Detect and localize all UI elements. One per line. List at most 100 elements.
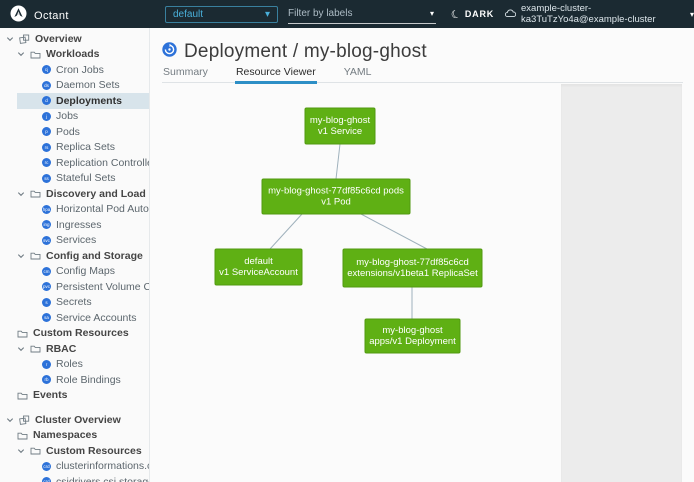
sidebar-item-daemon-sets[interactable]: dsDaemon Sets [0, 78, 149, 94]
sidebar-item-roles[interactable]: rRoles [0, 357, 149, 373]
sidebar-item-custom-resources[interactable]: Custom Resources [0, 326, 149, 342]
resource-icon: sa [42, 313, 51, 322]
graph-edge [336, 144, 340, 179]
apps-icon [19, 34, 30, 44]
resource-icon: svc [42, 236, 51, 245]
namespace-selector[interactable]: default ▾ [165, 6, 278, 23]
tab-resource-viewer[interactable]: Resource Viewer [235, 66, 317, 84]
resource-icon: rs [42, 143, 51, 152]
sidebar-item-label: Pods [56, 126, 80, 138]
sidebar-item-discovery-and-load-balancing[interactable]: Discovery and Load Balancing [0, 186, 149, 202]
chevron-down-icon[interactable] [6, 416, 14, 424]
context-selector[interactable]: example-cluster-ka3TuTzYo4a@example-clus… [505, 0, 694, 28]
sidebar-item-ingresses[interactable]: ingIngresses [0, 217, 149, 233]
sidebar-item-csidrivers-csi-storage-k8s-io[interactable]: crdcsidrivers.csi.storage.k8s.io [0, 474, 149, 482]
chevron-down-icon: ▾ [690, 10, 694, 19]
sidebar-item-cron-jobs[interactable]: cjCron Jobs [0, 62, 149, 78]
sidebar-item-role-bindings[interactable]: rbRole Bindings [0, 372, 149, 388]
graph-node-label: my-blog-ghost [382, 325, 443, 336]
sidebar-item-jobs[interactable]: j Jobs [0, 109, 149, 125]
graph-node-serviceaccount[interactable]: defaultv1 ServiceAccount [215, 249, 302, 285]
sidebar-item-cluster-overview[interactable]: Cluster Overview [0, 412, 149, 428]
graph-node-replicaset[interactable]: my-blog-ghost-77df85c6cdextensions/v1bet… [343, 249, 482, 287]
graph-node-label: v1 Pod [321, 197, 351, 208]
graph-edge [270, 214, 302, 249]
graph-node-deployment[interactable]: my-blog-ghostapps/v1 Deployment [365, 319, 460, 353]
sidebar-item-label: Discovery and Load Balancing [46, 188, 149, 200]
folder-icon [30, 189, 41, 198]
sidebar-item-overview[interactable]: Overview [0, 31, 149, 47]
resource-icon: p [42, 127, 51, 136]
theme-toggle-label: DARK [465, 9, 494, 19]
chevron-down-icon[interactable] [17, 252, 25, 260]
graph-node-service[interactable]: my-blog-ghostv1 Service [305, 108, 375, 144]
chevron-down-icon[interactable] [17, 50, 25, 58]
sidebar-item-config-maps[interactable]: cm Config Maps [0, 264, 149, 280]
graph-node-label: my-blog-ghost-77df85c6cd pods [268, 186, 404, 197]
sidebar-item-clusterinformations-crd-projec[interactable]: crdclusterinformations.crd.projec [0, 459, 149, 475]
tab-yaml[interactable]: YAML [343, 66, 373, 82]
sidebar-item-secrets[interactable]: sSecrets [0, 295, 149, 311]
sidebar-item-service-accounts[interactable]: saService Accounts [0, 310, 149, 326]
resource-icon: cj [42, 65, 51, 74]
graph-node-label: apps/v1 Deployment [369, 336, 456, 347]
resource-graph: my-blog-ghostv1 Service my-blog-ghost-77d… [150, 84, 561, 482]
sidebar-item-events[interactable]: Events [0, 388, 149, 404]
folder-icon [30, 344, 41, 353]
chevron-down-icon[interactable] [17, 345, 25, 353]
graph-node-pod[interactable]: my-blog-ghost-77df85c6cd podsv1 Pod [262, 179, 410, 214]
sidebar-item-rbac[interactable]: RBAC [0, 341, 149, 357]
chevron-down-icon[interactable]: ▾ [430, 9, 436, 18]
app-header: Octant default ▾ ▾ ☾ DARK example-cluste… [0, 0, 694, 28]
sidebar-item-services[interactable]: svcServices [0, 233, 149, 249]
chevron-down-icon[interactable] [17, 447, 25, 455]
sidebar-item-label: Cluster Overview [35, 414, 121, 426]
graph-node-label: my-blog-ghost [310, 115, 371, 126]
folder-icon [17, 431, 28, 440]
folder-icon [30, 251, 41, 260]
namespace-value: default [173, 9, 203, 20]
sidebar-item-label: Jobs [56, 110, 78, 122]
sidebar-item-namespaces[interactable]: Namespaces [0, 428, 149, 444]
sidebar-item-config-and-storage[interactable]: Config and Storage [0, 248, 149, 264]
resource-icon: j [42, 112, 51, 121]
sidebar-item-label: Roles [56, 358, 83, 370]
sidebar-item-stateful-sets[interactable]: ssStateful Sets [0, 171, 149, 187]
graph-edge [361, 214, 427, 249]
sidebar-item-replication-controllers[interactable]: rcReplication Controllers [0, 155, 149, 171]
sidebar-item-label: Namespaces [33, 429, 97, 441]
sidebar-item-label: RBAC [46, 343, 76, 355]
resource-icon: cm [42, 267, 51, 276]
sidebar-item-label: Config and Storage [46, 250, 143, 262]
app-title: Octant [34, 10, 69, 22]
filter-input[interactable] [288, 8, 430, 19]
theme-toggle[interactable]: ☾ DARK [451, 0, 494, 28]
tab-summary[interactable]: Summary [162, 66, 209, 82]
sidebar-item-deployments[interactable]: d Deployments [0, 93, 149, 109]
sidebar-item-label: Workloads [46, 48, 99, 60]
sidebar-item-custom-resources[interactable]: Custom Resources [0, 443, 149, 459]
deployment-icon [162, 42, 177, 62]
resource-graph-canvas: my-blog-ghostv1 Service my-blog-ghost-77d… [150, 84, 561, 482]
octant-logo-icon [10, 5, 27, 27]
resource-icon: rc [42, 158, 51, 167]
sidebar-item-persistent-volume-claims[interactable]: pvcPersistent Volume Claims [0, 279, 149, 295]
resource-icon: d [42, 96, 51, 105]
sidebar-item-label: Role Bindings [56, 374, 121, 386]
folder-icon [30, 50, 41, 59]
main-content: Deployment / my-blog-ghost SummaryResour… [150, 28, 694, 482]
chevron-down-icon[interactable] [6, 35, 14, 43]
chevron-down-icon[interactable] [17, 190, 25, 198]
sidebar-item-label: Deployments [56, 95, 122, 107]
sidebar-item-replica-sets[interactable]: rs Replica Sets [0, 140, 149, 156]
sidebar-item-label: Config Maps [56, 265, 115, 277]
sidebar-item-pods[interactable]: p Pods [0, 124, 149, 140]
resource-icon: pvc [42, 282, 51, 291]
sidebar-item-label: clusterinformations.crd.projec [56, 460, 149, 472]
sidebar-item-horizontal-pod-autoscalers[interactable]: hpaHorizontal Pod Autoscalers [0, 202, 149, 218]
sidebar-item-label: Replica Sets [56, 141, 115, 153]
sidebar-item-label: Custom Resources [33, 327, 129, 339]
sidebar-item-workloads[interactable]: Workloads [0, 47, 149, 63]
resource-icon: hpa [42, 205, 51, 214]
sidebar: OverviewWorkloads cjCron JobsdsDaemon Set… [0, 28, 150, 482]
